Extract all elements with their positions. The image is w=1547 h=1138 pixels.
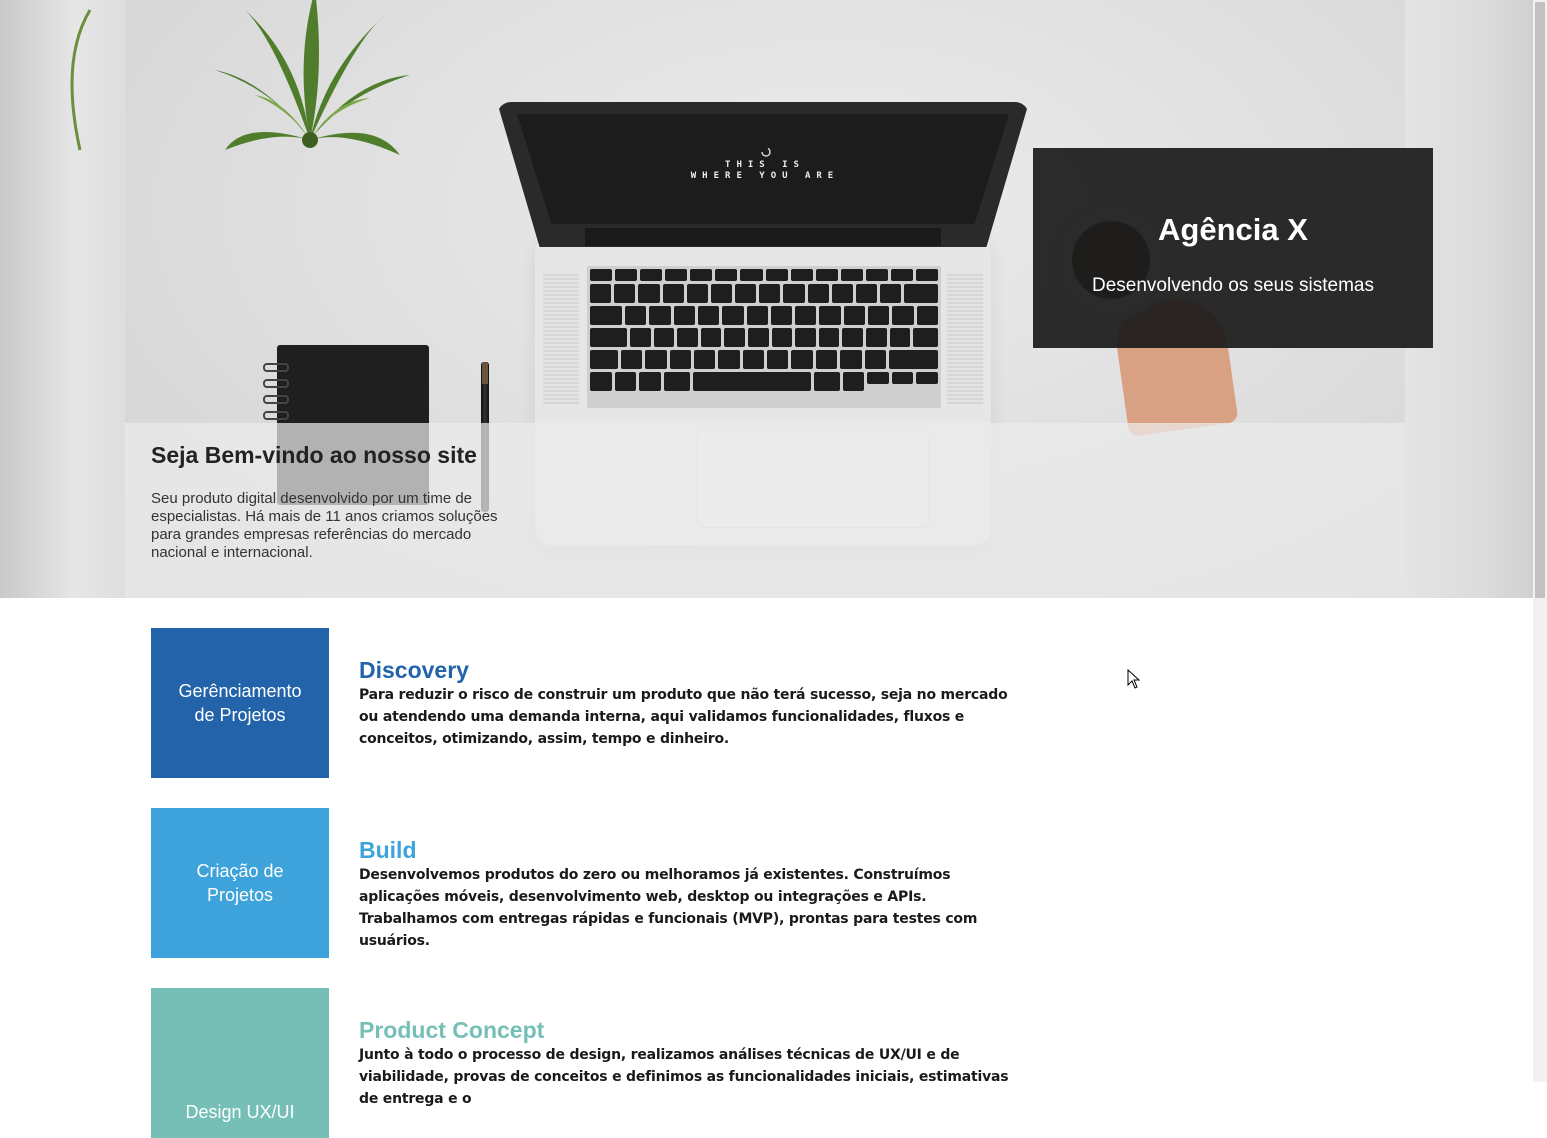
scrollbar-thumb[interactable]	[1535, 2, 1545, 598]
service-description-build: Desenvolvemos produtos do zero ou melhor…	[359, 867, 978, 949]
moon-logo-icon	[761, 147, 771, 157]
service-build: Criação de Projetos Build Desenvolvemos …	[151, 808, 1021, 958]
service-box-design[interactable]: Design UX/UI	[151, 988, 329, 1138]
service-box-gerenciamento[interactable]: Gerênciamento de Projetos	[151, 628, 329, 778]
hero-title: Agência X	[1158, 212, 1308, 247]
service-title-product-concept: Product Concept	[359, 1017, 545, 1043]
laptop-hinge	[585, 228, 941, 246]
pen-tip	[482, 362, 488, 384]
service-discovery: Gerênciamento de Projetos Discovery Para…	[151, 628, 1021, 778]
welcome-heading: Seja Bem-vindo ao nosso site	[151, 442, 477, 468]
laptop-screen-text: THIS IS WHERE YOU ARE	[645, 160, 885, 182]
laptop-screen-line1: THIS IS	[725, 160, 805, 170]
mouse-pointer-icon	[1127, 669, 1141, 689]
hero-subtitle: Desenvolvendo os seus sistemas	[1092, 275, 1374, 296]
laptop-speaker-left	[543, 272, 579, 404]
laptop-speaker-right	[947, 272, 983, 404]
laptop-keyboard	[587, 266, 941, 408]
welcome-text: Seu produto digital desenvolvido por um …	[151, 490, 498, 561]
service-title-discovery: Discovery	[359, 657, 469, 683]
laptop-screen-line2: WHERE YOU ARE	[690, 171, 840, 181]
service-description-product-concept: Junto à todo o processo de design, reali…	[359, 1047, 1009, 1107]
hero-left-backdrop	[0, 0, 125, 598]
service-title-build: Build	[359, 837, 417, 863]
service-product-concept: Design UX/UI Product Concept Junto à tod…	[151, 988, 1021, 1138]
service-box-criacao[interactable]: Criação de Projetos	[151, 808, 329, 958]
plant-icon	[70, 9, 92, 151]
plant-icon	[215, 0, 410, 155]
hero-title-box: Agência X Desenvolvendo os seus sistemas	[1033, 148, 1433, 348]
service-description-discovery: Para reduzir o risco de construir um pro…	[359, 687, 1008, 747]
